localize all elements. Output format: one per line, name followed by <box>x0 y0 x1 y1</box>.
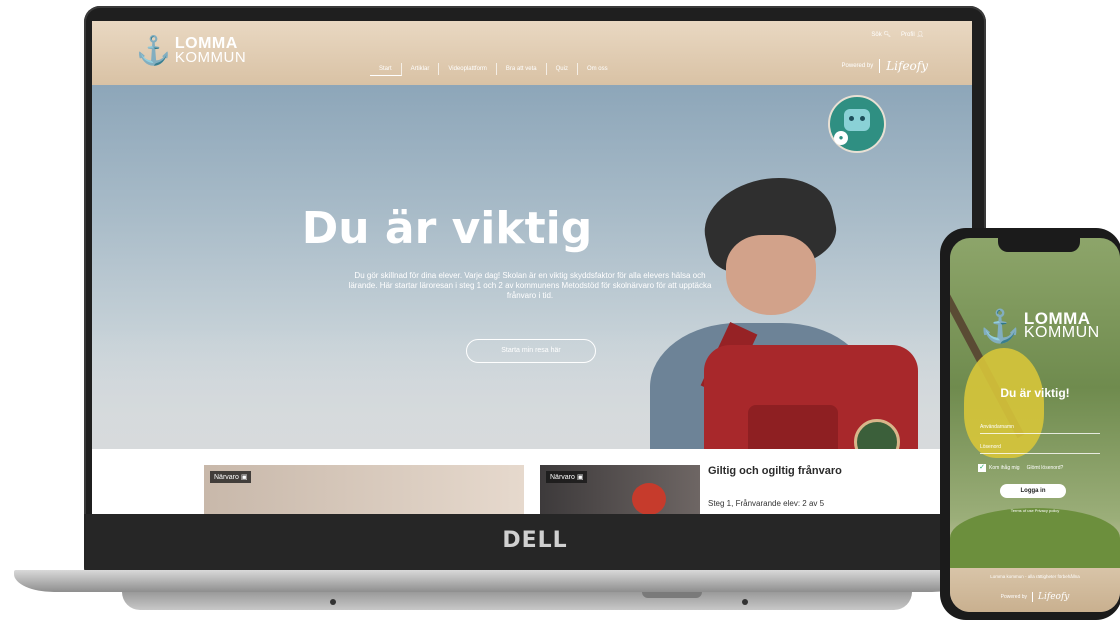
phone-notch <box>998 238 1080 252</box>
nav-item-start[interactable]: Start <box>370 63 402 76</box>
nav-item-artiklar[interactable]: Artiklar <box>402 63 440 75</box>
profile-link[interactable]: Profil 👤︎ <box>901 31 924 38</box>
anchor-icon: ⚓ <box>136 35 171 66</box>
password-field[interactable]: Lösenord <box>980 444 1100 454</box>
laptop-base-bottom <box>122 592 912 610</box>
card-tag: Närvaro ▣ <box>210 471 252 483</box>
footer-text: Lomma kommun - alla rättigheter förbehål… <box>990 574 1080 579</box>
dell-logo: DELL <box>502 528 568 553</box>
hero-backpack <box>704 345 918 449</box>
powered-by: Powered by Lifeofy <box>842 59 928 73</box>
remember-checkbox[interactable]: ✓ <box>978 464 986 472</box>
phone-brand-logo[interactable]: Lifeofy <box>1038 592 1069 602</box>
chat-icon: ● <box>834 131 848 145</box>
user-icon: 👤︎ <box>916 32 924 38</box>
robot-icon <box>844 109 870 131</box>
login-button[interactable]: Logga in <box>1000 484 1066 498</box>
phone-footer: Lomma kommun - alla rättigheter förbehål… <box>950 568 1120 612</box>
nav-item-quiz[interactable]: Quiz <box>547 63 578 75</box>
laptop-base <box>14 570 972 592</box>
phone-screen: ⚓ LOMMA KOMMUN Du är viktig! Användarnam… <box>950 238 1120 612</box>
apple-image <box>632 483 666 514</box>
laptop-chin: DELL <box>84 514 986 572</box>
article-card-2-subtitle: Steg 1, Frånvarande elev: 2 av 5 <box>708 499 825 508</box>
video-icon: ▣ <box>240 474 248 481</box>
nav-item-bra-att-veta[interactable]: Bra att veta <box>497 63 547 75</box>
card-tag: Närvaro ▣ <box>546 471 588 483</box>
brand-logo[interactable]: Lifeofy <box>886 59 928 73</box>
phone-title: Du är viktig! <box>1000 386 1070 400</box>
terms-links[interactable]: Terms of use Privacy policy <box>950 508 1120 513</box>
username-field[interactable]: Användarnamn <box>980 424 1100 434</box>
article-cards: Närvaro ▣ Närvaro ▣ Giltig och ogiltig f… <box>92 449 972 514</box>
site-logo[interactable]: ⚓ LOMMA KOMMUN <box>136 35 247 66</box>
chatbot-button[interactable]: ● <box>828 95 886 153</box>
logo-line2: KOMMUN <box>174 49 247 66</box>
site-header: ⚓ LOMMA KOMMUN Sök 🔍︎ Profil 👤︎ Start Ar… <box>92 21 972 85</box>
phone-logo: ⚓ LOMMA KOMMUN <box>980 308 1100 344</box>
utility-links: Sök 🔍︎ Profil 👤︎ <box>871 31 924 38</box>
phone-powered-by: Powered by Lifeofy <box>1000 592 1070 602</box>
powered-by-label: Powered by <box>841 63 874 69</box>
nav-item-om-oss[interactable]: Om oss <box>578 63 617 75</box>
hero-description: Du gör skillnad för dina elever. Varje d… <box>348 271 712 300</box>
search-link[interactable]: Sök 🔍︎ <box>871 31 891 38</box>
hero: ● Du är viktig Du gör skillnad för dina … <box>92 85 972 449</box>
laptop-screen: ⚓ LOMMA KOMMUN Sök 🔍︎ Profil 👤︎ Start Ar… <box>92 21 972 514</box>
article-card-2-title[interactable]: Giltig och ogiltig frånvaro <box>708 465 842 477</box>
bird-image <box>964 348 1044 458</box>
article-card-2-image[interactable]: Närvaro ▣ <box>540 465 700 514</box>
video-icon: ▣ <box>576 474 584 481</box>
forgot-password-link[interactable]: Glömt lösenord? <box>1027 465 1064 471</box>
remember-label: Kom ihåg mig <box>989 465 1020 471</box>
start-journey-button[interactable]: Starta min resa här <box>466 339 596 363</box>
nav-item-videoplattform[interactable]: Videoplattform <box>439 63 497 75</box>
anchor-icon: ⚓ <box>980 308 1020 344</box>
remember-row: ✓ Kom ihåg mig Glömt lösenord? <box>978 464 1063 472</box>
main-nav: Start Artiklar Videoplattform Bra att ve… <box>370 63 617 76</box>
article-card-1[interactable]: Närvaro ▣ <box>204 465 524 514</box>
hero-title: Du är viktig <box>301 203 593 254</box>
search-icon: 🔍︎ <box>883 32 892 38</box>
